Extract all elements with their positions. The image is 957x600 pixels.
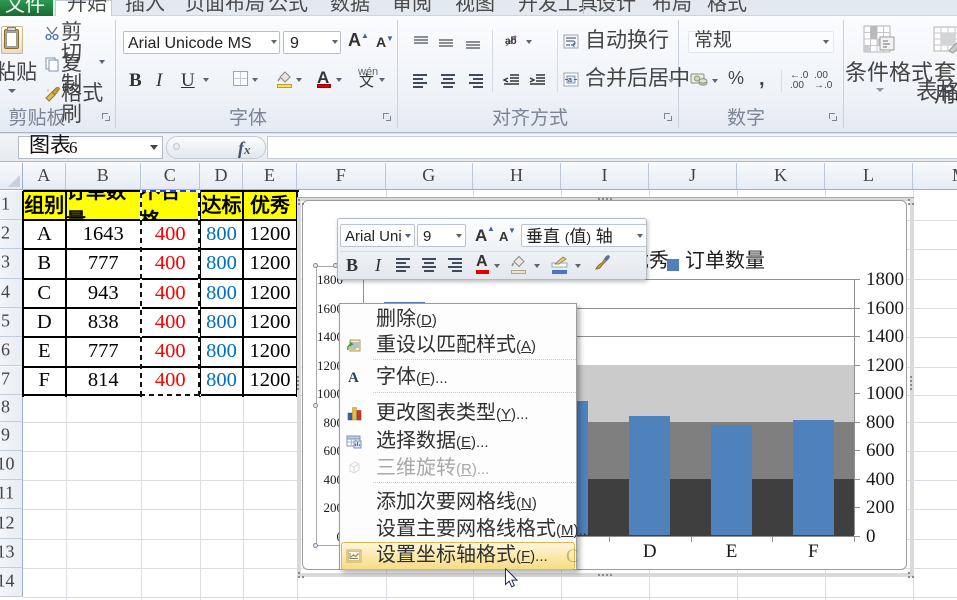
svg-text:ab: ab [505,36,517,47]
svg-text:A: A [348,370,359,385]
svg-text:a: a [568,77,572,84]
